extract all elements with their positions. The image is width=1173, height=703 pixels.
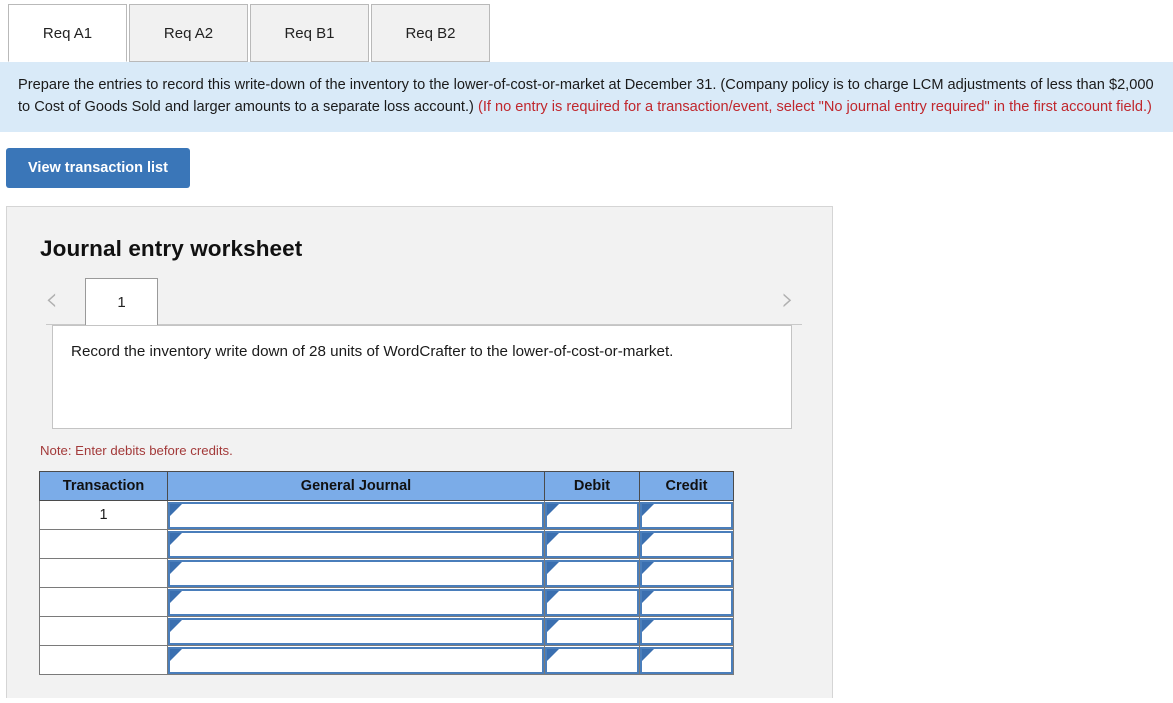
- tab-req-a1-label: Req A1: [43, 25, 92, 42]
- debit-input[interactable]: [545, 589, 639, 616]
- general-journal-input-cell[interactable]: [168, 588, 545, 617]
- entry-description-text: Record the inventory write down of 28 un…: [71, 343, 673, 360]
- debit-input-cell[interactable]: [545, 501, 640, 530]
- general-journal-input[interactable]: [168, 647, 544, 674]
- tab-req-b1[interactable]: Req B1: [250, 4, 369, 62]
- debit-input[interactable]: [545, 560, 639, 587]
- column-header-general-journal: General Journal: [168, 472, 545, 501]
- general-journal-input-cell[interactable]: [168, 530, 545, 559]
- credit-input-cell[interactable]: [640, 501, 734, 530]
- page-title: Journal entry worksheet: [40, 236, 832, 262]
- table-row: [40, 559, 734, 588]
- tab-req-b2-label: Req B2: [405, 25, 455, 42]
- chevron-right-icon[interactable]: ›: [781, 282, 794, 315]
- transaction-cell: [40, 530, 168, 559]
- dropdown-triangle-icon: [170, 591, 182, 603]
- table-header-row: Transaction General Journal Debit Credit: [40, 472, 734, 501]
- transaction-cell: [40, 646, 168, 675]
- credit-input-cell[interactable]: [640, 646, 734, 675]
- entry-description-box: Record the inventory write down of 28 un…: [52, 325, 792, 429]
- instruction-panel: Prepare the entries to record this write…: [0, 62, 1173, 132]
- pager-baseline: [46, 324, 802, 325]
- credit-input[interactable]: [640, 589, 733, 616]
- debit-input-cell[interactable]: [545, 559, 640, 588]
- table-row: [40, 588, 734, 617]
- dropdown-triangle-icon: [170, 620, 182, 632]
- journal-entry-table: Transaction General Journal Debit Credit…: [39, 471, 734, 675]
- dropdown-triangle-icon: [547, 649, 559, 661]
- credit-input-cell[interactable]: [640, 559, 734, 588]
- dropdown-triangle-icon: [170, 649, 182, 661]
- general-journal-input[interactable]: [168, 560, 544, 587]
- debits-before-credits-note: Note: Enter debits before credits.: [40, 443, 832, 458]
- transaction-cell: 1: [40, 501, 168, 530]
- dropdown-triangle-icon: [547, 533, 559, 545]
- tab-req-a2-label: Req A2: [164, 25, 213, 42]
- debit-input[interactable]: [545, 647, 639, 674]
- instruction-note-text: (If no entry is required for a transacti…: [478, 99, 1152, 115]
- tab-req-a1[interactable]: Req A1: [8, 4, 127, 62]
- debit-input[interactable]: [545, 531, 639, 558]
- entry-tab-1[interactable]: 1: [85, 278, 158, 325]
- credit-input-cell[interactable]: [640, 617, 734, 646]
- dropdown-triangle-icon: [642, 649, 654, 661]
- transaction-cell: [40, 617, 168, 646]
- general-journal-input-cell[interactable]: [168, 559, 545, 588]
- credit-input[interactable]: [640, 502, 733, 529]
- table-row: 1: [40, 501, 734, 530]
- general-journal-input-cell[interactable]: [168, 617, 545, 646]
- dropdown-triangle-icon: [547, 620, 559, 632]
- dropdown-triangle-icon: [642, 591, 654, 603]
- dropdown-triangle-icon: [547, 504, 559, 516]
- debit-input[interactable]: [545, 502, 639, 529]
- debit-input-cell[interactable]: [545, 530, 640, 559]
- table-row: [40, 617, 734, 646]
- dropdown-triangle-icon: [642, 562, 654, 574]
- debit-input-cell[interactable]: [545, 588, 640, 617]
- credit-input[interactable]: [640, 531, 733, 558]
- view-transaction-list-button[interactable]: View transaction list: [6, 148, 190, 188]
- credit-input[interactable]: [640, 618, 733, 645]
- dropdown-triangle-icon: [170, 533, 182, 545]
- column-header-debit: Debit: [545, 472, 640, 501]
- credit-input-cell[interactable]: [640, 530, 734, 559]
- entry-pager: ‹ 1 ›: [7, 278, 832, 325]
- transaction-cell: [40, 588, 168, 617]
- general-journal-input-cell[interactable]: [168, 646, 545, 675]
- dropdown-triangle-icon: [642, 620, 654, 632]
- dropdown-triangle-icon: [642, 504, 654, 516]
- journal-entry-worksheet-panel: Journal entry worksheet ‹ 1 › Record the…: [6, 206, 833, 698]
- tab-req-b1-label: Req B1: [284, 25, 334, 42]
- general-journal-input[interactable]: [168, 589, 544, 616]
- general-journal-input[interactable]: [168, 531, 544, 558]
- dropdown-triangle-icon: [642, 533, 654, 545]
- credit-input[interactable]: [640, 560, 733, 587]
- tab-req-b2[interactable]: Req B2: [371, 4, 490, 62]
- table-row: [40, 646, 734, 675]
- requirement-tab-strip: Req A1 Req A2 Req B1 Req B2: [0, 0, 1173, 62]
- general-journal-input[interactable]: [168, 618, 544, 645]
- chevron-left-icon[interactable]: ‹: [45, 282, 58, 315]
- column-header-transaction: Transaction: [40, 472, 168, 501]
- transaction-cell: [40, 559, 168, 588]
- credit-input[interactable]: [640, 647, 733, 674]
- general-journal-input[interactable]: [168, 502, 544, 529]
- column-header-credit: Credit: [640, 472, 734, 501]
- debit-input[interactable]: [545, 618, 639, 645]
- table-row: [40, 530, 734, 559]
- toolbar: View transaction list: [0, 132, 1173, 188]
- dropdown-triangle-icon: [170, 504, 182, 516]
- general-journal-input-cell[interactable]: [168, 501, 545, 530]
- dropdown-triangle-icon: [170, 562, 182, 574]
- dropdown-triangle-icon: [547, 591, 559, 603]
- tab-req-a2[interactable]: Req A2: [129, 4, 248, 62]
- debit-input-cell[interactable]: [545, 646, 640, 675]
- entry-tab-1-label: 1: [117, 294, 125, 311]
- dropdown-triangle-icon: [547, 562, 559, 574]
- credit-input-cell[interactable]: [640, 588, 734, 617]
- debit-input-cell[interactable]: [545, 617, 640, 646]
